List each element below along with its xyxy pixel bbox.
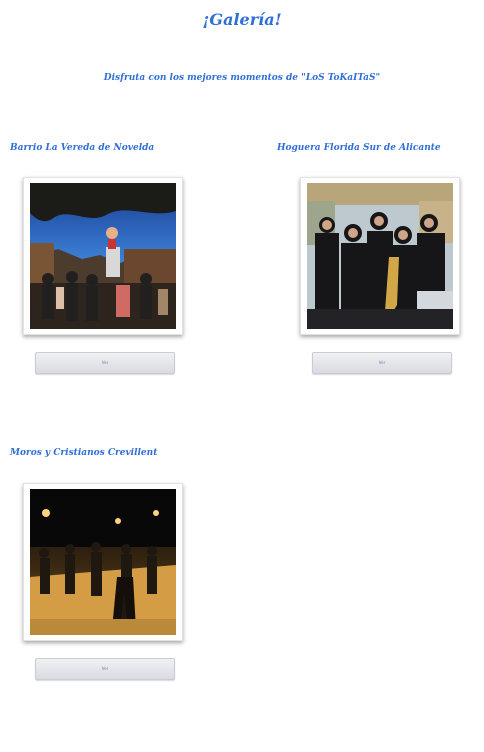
photo-alicante	[307, 183, 453, 329]
view-button-novelda[interactable]: Ver	[35, 352, 175, 374]
photo-crevillent	[30, 489, 176, 635]
gallery-thumbnail-alicante[interactable]	[300, 177, 460, 335]
gallery-title-crevillent: Moros y Cristianos Crevillent	[10, 448, 158, 458]
gallery-thumbnail-novelda[interactable]	[23, 177, 183, 335]
gallery-title-alicante: Hoguera Florida Sur de Alicante	[277, 143, 441, 153]
photo-novelda	[30, 183, 176, 329]
gallery-thumbnail-crevillent[interactable]	[23, 483, 183, 641]
page-subtitle: Disfruta con los mejores momentos de "Lo…	[103, 73, 381, 83]
gallery-title-novelda: Barrio La Vereda de Novelda	[10, 143, 155, 153]
view-button-crevillent[interactable]: Ver	[35, 658, 175, 680]
page-title: ¡Galería!	[202, 10, 282, 29]
view-button-alicante[interactable]: Ver	[312, 352, 452, 374]
